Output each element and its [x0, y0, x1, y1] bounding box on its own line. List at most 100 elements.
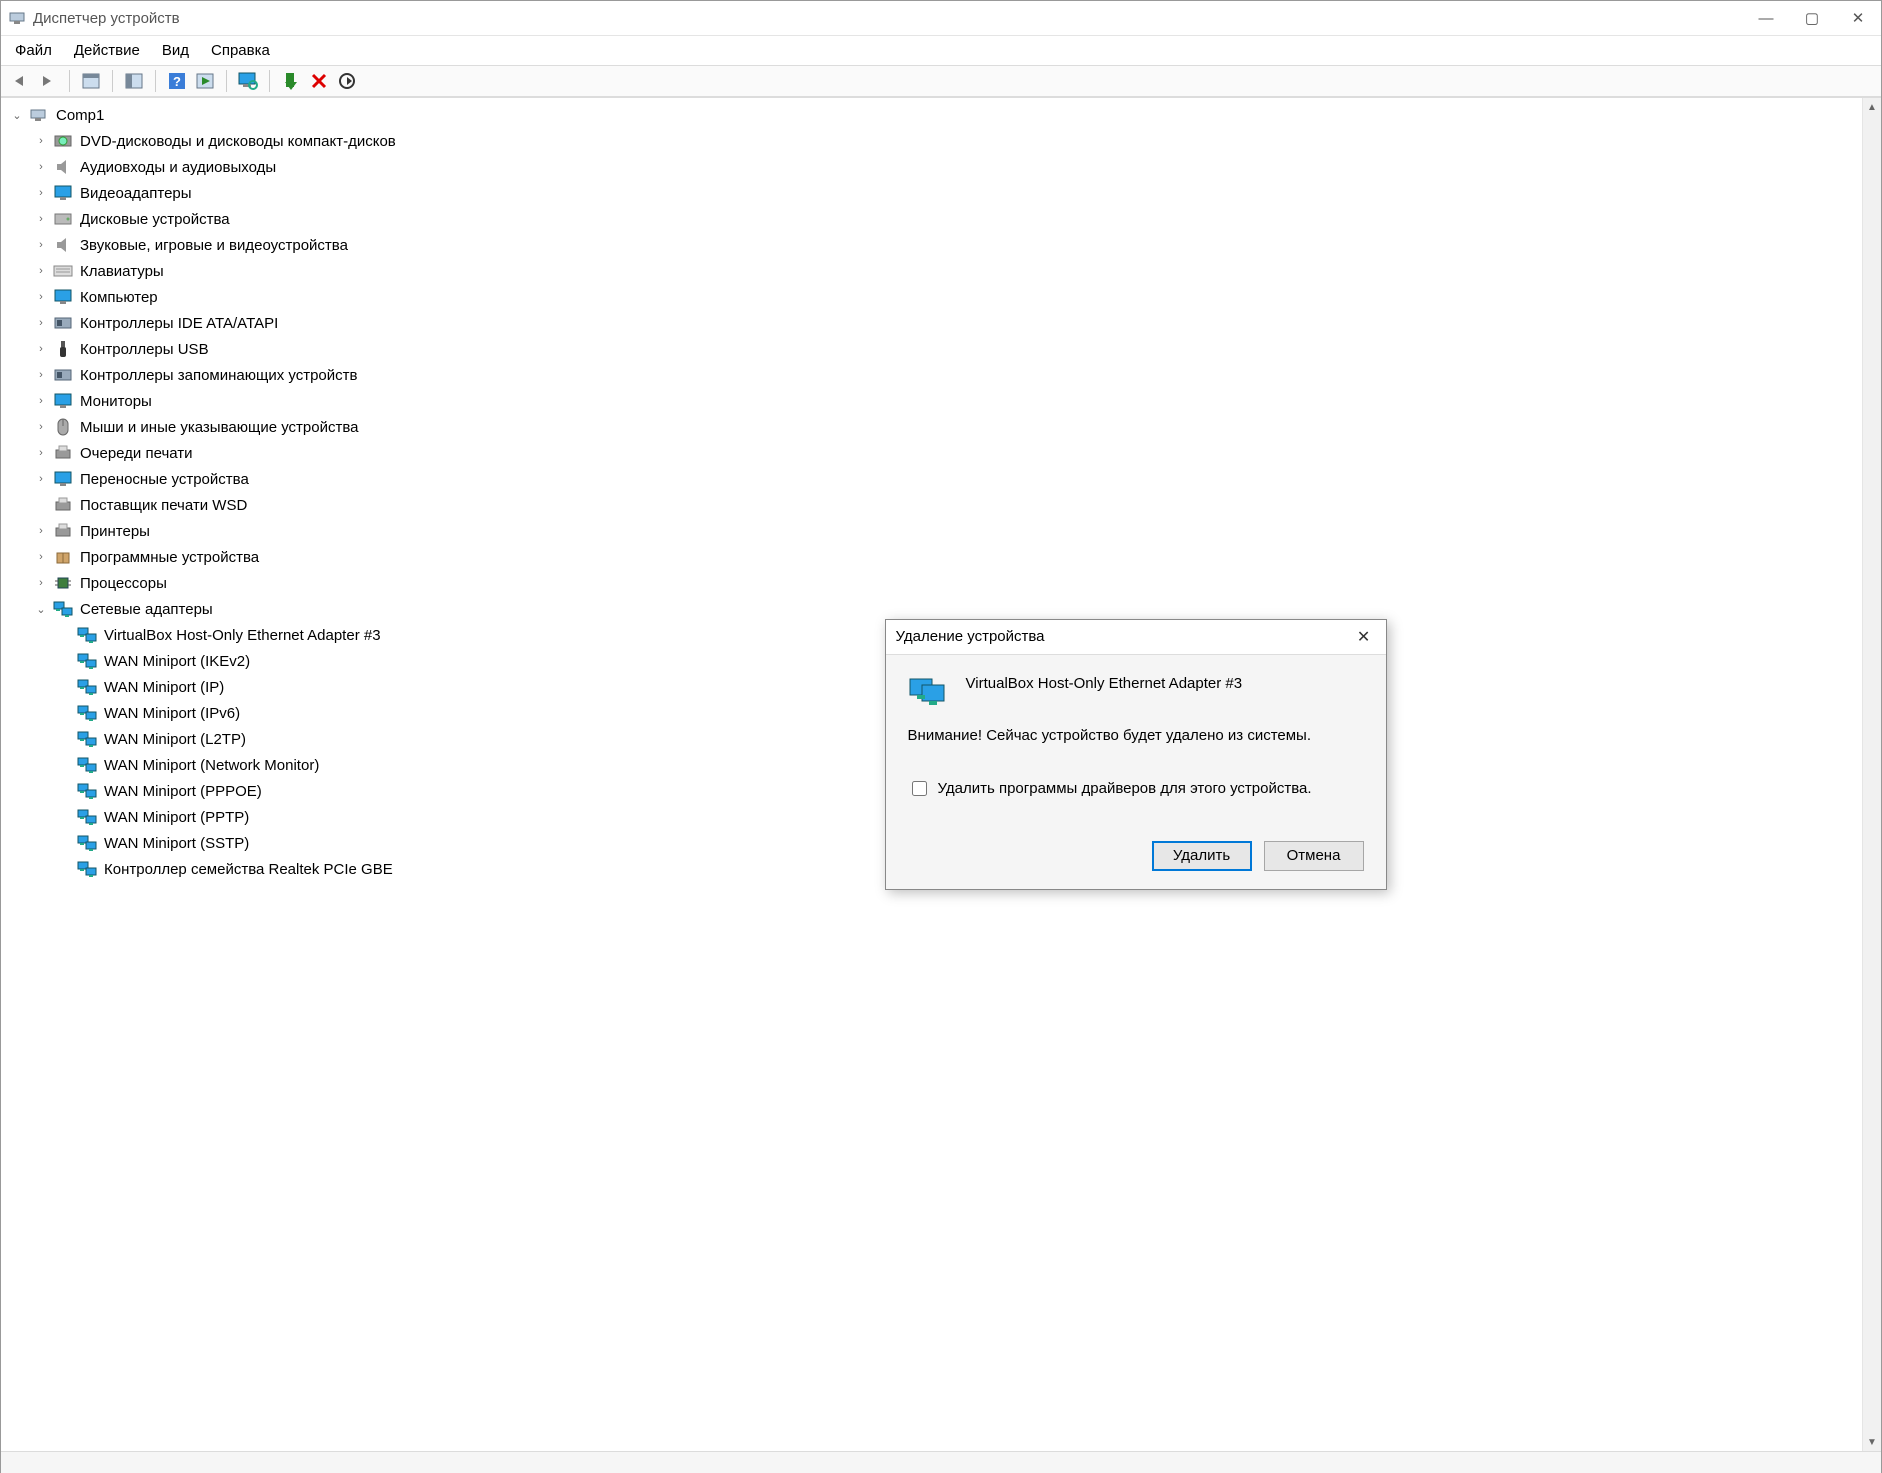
- toolbar-separator: [112, 70, 113, 92]
- tree-node[interactable]: ›Контроллеры USB: [9, 336, 1862, 362]
- expand-arrow-icon[interactable]: ›: [33, 135, 49, 147]
- tree-node-label: Клавиатуры: [77, 262, 167, 281]
- expand-arrow-icon[interactable]: ›: [33, 317, 49, 329]
- expand-arrow-icon[interactable]: ›: [33, 525, 49, 537]
- scan-button[interactable]: [237, 70, 259, 92]
- expand-arrow-icon[interactable]: ›: [33, 265, 49, 277]
- expand-arrow-icon[interactable]: ›: [33, 343, 49, 355]
- nav-forward-button[interactable]: [37, 70, 59, 92]
- vertical-scrollbar[interactable]: ▲ ▼: [1862, 98, 1881, 1451]
- dialog-close-button[interactable]: ✕: [1352, 627, 1376, 647]
- menu-вид[interactable]: Вид: [162, 42, 189, 59]
- expand-arrow-icon[interactable]: ›: [33, 369, 49, 381]
- expand-arrow-icon[interactable]: ›: [33, 447, 49, 459]
- tree-node-label: VirtualBox Host-Only Ethernet Adapter #3: [101, 626, 384, 645]
- net-icon: [77, 625, 97, 645]
- expand-arrow-icon[interactable]: ⌄: [33, 603, 49, 616]
- panel2-icon: [125, 73, 143, 89]
- tree-node-label: DVD-дисководы и дисководы компакт-дисков: [77, 132, 399, 151]
- tree-node[interactable]: › Контроллеры запоминающих устройств: [9, 362, 1862, 388]
- show-hide-tree-button[interactable]: [80, 70, 102, 92]
- tree-node[interactable]: › Клавиатуры: [9, 258, 1862, 284]
- tree-node-label: WAN Miniport (L2TP): [101, 730, 249, 749]
- close-button[interactable]: ✕: [1835, 1, 1881, 35]
- tree-node[interactable]: › DVD-дисководы и дисководы компакт-диско…: [9, 128, 1862, 154]
- tree-node-label: Звуковые, игровые и видеоустройства: [77, 236, 351, 255]
- delete-driver-checkbox-row[interactable]: Удалить программы драйверов для этого ус…: [908, 778, 1364, 799]
- action-button[interactable]: [194, 70, 216, 92]
- scroll-down-button[interactable]: ▼: [1863, 1433, 1881, 1451]
- delete-driver-checkbox[interactable]: [912, 781, 927, 796]
- window-title: Диспетчер устройств: [33, 10, 1743, 27]
- help-button[interactable]: ?: [166, 70, 188, 92]
- enable-button[interactable]: [280, 70, 302, 92]
- expand-arrow-icon[interactable]: ›: [33, 577, 49, 589]
- expand-arrow-icon[interactable]: ›: [33, 239, 49, 251]
- statusbar: [1, 1451, 1881, 1473]
- tree-node[interactable]: ›Контроллеры IDE ATA/ATAPI: [9, 310, 1862, 336]
- expand-arrow-icon[interactable]: ›: [33, 473, 49, 485]
- scroll-up-button[interactable]: ▲: [1863, 98, 1881, 116]
- uninstall-device-dialog: Удаление устройства ✕ VirtualBox Host-On…: [885, 619, 1387, 890]
- printer-icon: [53, 521, 73, 541]
- arrow-right-icon: [39, 74, 57, 88]
- tree-node[interactable]: ›Мыши и иные указывающие устройства: [9, 414, 1862, 440]
- dialog-warning-text: Внимание! Сейчас устройство будет удален…: [908, 727, 1364, 744]
- menu-файл[interactable]: Файл: [15, 42, 52, 59]
- tree-node-label: Процессоры: [77, 574, 170, 593]
- net-icon: [77, 833, 97, 853]
- net-icon: [77, 677, 97, 697]
- minimize-button[interactable]: —: [1743, 1, 1789, 35]
- tree-node-label: Comp1: [53, 106, 107, 125]
- cancel-button[interactable]: Отмена: [1264, 841, 1364, 871]
- tree-node-label: WAN Miniport (Network Monitor): [101, 756, 322, 775]
- net-icon: [77, 807, 97, 827]
- expand-arrow-icon[interactable]: ›: [33, 187, 49, 199]
- tree-node-label: Поставщик печати WSD: [77, 496, 250, 515]
- expand-arrow-icon[interactable]: ›: [33, 395, 49, 407]
- tree-node[interactable]: ›Компьютер: [9, 284, 1862, 310]
- tree-node[interactable]: ›Видеоадаптеры: [9, 180, 1862, 206]
- expand-arrow-icon[interactable]: ›: [33, 421, 49, 433]
- printer-icon: [53, 495, 73, 515]
- arrow-left-icon: [11, 74, 29, 88]
- tree-node[interactable]: › Программные устройства: [9, 544, 1862, 570]
- refresh-icon: [338, 72, 356, 90]
- expand-arrow-icon[interactable]: ›: [33, 291, 49, 303]
- net-icon: [77, 651, 97, 671]
- card-icon: [53, 365, 73, 385]
- tree-node-label: Аудиовходы и аудиовыходы: [77, 158, 279, 177]
- tree-node-label: Контроллеры запоминающих устройств: [77, 366, 360, 385]
- pc-icon: [29, 105, 49, 125]
- tree-node-label: Программные устройства: [77, 548, 262, 567]
- toolbar-separator: [69, 70, 70, 92]
- toolbar-separator: [269, 70, 270, 92]
- tree-node[interactable]: ›Мониторы: [9, 388, 1862, 414]
- tree-node[interactable]: › Процессоры: [9, 570, 1862, 596]
- tree-node[interactable]: ›Принтеры: [9, 518, 1862, 544]
- update-driver-button[interactable]: [336, 70, 358, 92]
- uninstall-button[interactable]: [308, 70, 330, 92]
- menu-действие[interactable]: Действие: [74, 42, 140, 59]
- tree-node[interactable]: ›Дисковые устройства: [9, 206, 1862, 232]
- tree-node-label: WAN Miniport (PPPOE): [101, 782, 265, 801]
- tree-node[interactable]: ›Очереди печати: [9, 440, 1862, 466]
- menu-справка[interactable]: Справка: [211, 42, 270, 59]
- expand-arrow-icon[interactable]: ›: [33, 551, 49, 563]
- net-icon: [77, 859, 97, 879]
- expand-arrow-icon[interactable]: ›: [33, 161, 49, 173]
- properties-button[interactable]: [123, 70, 145, 92]
- monitor-icon: [53, 391, 73, 411]
- maximize-button[interactable]: ▢: [1789, 1, 1835, 35]
- tree-node[interactable]: › Аудиовходы и аудиовыходы: [9, 154, 1862, 180]
- delete-driver-checkbox-label: Удалить программы драйверов для этого ус…: [938, 780, 1312, 797]
- tree-node[interactable]: ›Переносные устройства: [9, 466, 1862, 492]
- expand-arrow-icon[interactable]: ⌄: [9, 109, 25, 122]
- expand-arrow-icon[interactable]: ›: [33, 213, 49, 225]
- uninstall-confirm-button[interactable]: Удалить: [1152, 841, 1252, 871]
- nav-back-button[interactable]: [9, 70, 31, 92]
- tree-node[interactable]: › Звуковые, игровые и видеоустройства: [9, 232, 1862, 258]
- tree-node[interactable]: Поставщик печати WSD: [9, 492, 1862, 518]
- speaker-icon: [53, 157, 73, 177]
- tree-node[interactable]: ⌄ Comp1: [9, 102, 1862, 128]
